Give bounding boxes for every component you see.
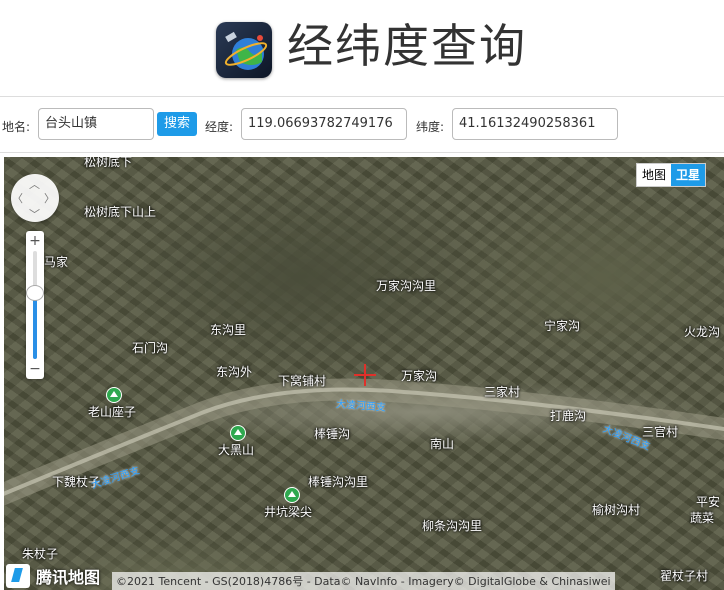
page-title: 经纬度查询 xyxy=(287,19,527,73)
mountain-peak-icon xyxy=(106,387,122,403)
center-crosshair-icon xyxy=(354,364,376,386)
search-form: 地名: 台头山镇 搜索 经度: 119.06693782749176 纬度: 4… xyxy=(0,98,724,153)
place-label: 打鹿沟 xyxy=(550,409,587,423)
place-label: 榆树沟村 xyxy=(592,503,641,517)
place-label: 下窝铺村 xyxy=(278,374,327,388)
place-label: 井坑梁尖 xyxy=(264,505,313,519)
place-label: 马家 xyxy=(44,255,69,269)
lat-input[interactable]: 41.16132490258361 xyxy=(452,108,618,140)
pan-left-icon[interactable]: 〈 xyxy=(12,190,23,206)
place-label: 万家沟 xyxy=(401,369,438,383)
map-brand: 腾讯地图 xyxy=(6,563,100,589)
place-label: 松树底下 xyxy=(84,157,133,169)
place-label: 朱杖子 xyxy=(22,547,59,561)
place-label: 石门沟 xyxy=(132,341,169,355)
place-label: 地名: xyxy=(2,120,31,134)
pan-control[interactable]: ︿ ﹀ 〈 〉 xyxy=(11,174,59,222)
place-input[interactable]: 台头山镇 xyxy=(38,108,154,140)
pan-right-icon[interactable]: 〉 xyxy=(44,190,55,206)
map-type-switcher: 地图 卫星 xyxy=(636,163,707,187)
globe-satellite-icon xyxy=(216,22,272,78)
lat-label: 纬度: xyxy=(416,120,445,134)
zoom-control: + − xyxy=(26,231,44,379)
satellite-map[interactable]: 松树底下 松树底下山上 马家 万家沟沟里 宁家沟 火龙沟 东沟里 石门沟 东沟外… xyxy=(4,157,724,590)
mountain-peak-icon xyxy=(230,425,246,441)
brand-name: 腾讯地图 xyxy=(36,568,101,587)
zoom-out-button[interactable]: − xyxy=(26,361,44,377)
mountain-peak-icon xyxy=(284,487,300,503)
place-label: 柳条沟沟里 xyxy=(422,519,483,533)
place-label: 老山座子 xyxy=(88,405,137,419)
map-type-button-map[interactable]: 地图 xyxy=(637,164,671,186)
zoom-in-button[interactable]: + xyxy=(26,233,44,249)
place-label: 火龙沟 xyxy=(684,325,721,339)
map-type-button-satellite[interactable]: 卫星 xyxy=(671,164,706,186)
place-label: 万家沟沟里 xyxy=(376,279,437,293)
place-label: 东沟里 xyxy=(210,323,247,337)
place-label: 翟杖子村 xyxy=(660,569,709,583)
place-label: 宁家沟 xyxy=(544,319,581,333)
place-label: 棒锤沟 xyxy=(314,427,351,441)
lng-input[interactable]: 119.06693782749176 xyxy=(241,108,407,140)
place-label: 东沟外 xyxy=(216,365,253,379)
place-label: 南山 xyxy=(430,437,455,451)
zoom-slider-handle[interactable] xyxy=(26,285,44,301)
pan-up-icon[interactable]: ︿ xyxy=(29,176,40,192)
map-copyright: ©2021 Tencent - GS(2018)4786号 - Data© Na… xyxy=(112,572,615,590)
place-label: 棒锤沟沟里 xyxy=(308,475,369,489)
search-button[interactable]: 搜索 xyxy=(157,112,197,136)
lng-label: 经度: xyxy=(205,120,234,134)
zoom-slider-fill xyxy=(33,293,37,359)
place-label: 松树底下山上 xyxy=(84,205,157,219)
place-label: 蔬菜 xyxy=(690,511,715,525)
place-label: 大黑山 xyxy=(218,443,255,457)
page-header: 经纬度查询 xyxy=(0,0,724,97)
place-label: 平安 xyxy=(696,495,721,509)
tencent-map-logo-icon xyxy=(6,564,30,588)
pan-down-icon[interactable]: ﹀ xyxy=(29,206,40,222)
place-label: 三家村 xyxy=(484,385,521,399)
